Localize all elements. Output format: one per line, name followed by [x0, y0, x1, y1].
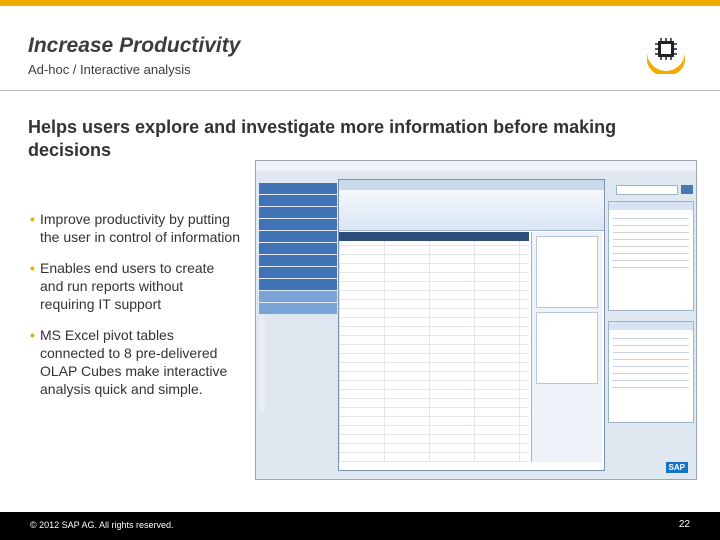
- page-number: 22: [678, 519, 690, 530]
- screenshot-panel-header: [609, 322, 693, 330]
- bullet-item: • Enables end users to create and run re…: [30, 259, 240, 313]
- sap-logo: SAP: [665, 462, 688, 473]
- screenshot-nav-item: [259, 207, 337, 218]
- screenshot-nav-item: [259, 195, 337, 206]
- bullet-item: • Improve productivity by putting the us…: [30, 210, 240, 246]
- slide-title: Increase Productivity: [28, 34, 241, 57]
- screenshot-excel-window: [338, 179, 605, 471]
- screenshot-go-button: [681, 185, 693, 194]
- bullet-text: Enables end users to create and run repo…: [40, 260, 215, 312]
- screenshot-panel-list: [613, 214, 689, 274]
- screenshot-field-list: [531, 232, 602, 462]
- screenshot-pivot-grid: [339, 232, 529, 462]
- header-divider: [0, 90, 720, 91]
- screenshot-nav-item: [259, 291, 337, 302]
- top-accent-bar: [0, 0, 720, 6]
- screenshot-field-box: [536, 236, 598, 308]
- screenshot-panel-list: [613, 334, 689, 394]
- screenshot-nav-item: [259, 243, 337, 254]
- screenshot-nav-item: [259, 279, 337, 290]
- footer-bar: © 2012 SAP AG. All rights reserved. 22: [0, 512, 720, 540]
- screenshot-navigation: [259, 183, 337, 323]
- embedded-screenshot: SAP: [255, 160, 697, 480]
- slide-subtitle: Ad-hoc / Interactive analysis: [28, 62, 191, 77]
- chip-icon: [647, 38, 685, 74]
- screenshot-panel-header: [609, 202, 693, 210]
- bullet-list: • Improve productivity by putting the us…: [30, 210, 240, 411]
- screenshot-search-box: [616, 185, 678, 195]
- screenshot-nav-item: [259, 219, 337, 230]
- copyright-text: © 2012 SAP AG. All rights reserved.: [30, 520, 174, 530]
- screenshot-nav-item: [259, 255, 337, 266]
- bullet-dot: •: [30, 211, 35, 227]
- bullet-dot: •: [30, 327, 35, 343]
- slide-headline: Helps users explore and investigate more…: [28, 117, 617, 160]
- screenshot-pivot-header: [339, 232, 529, 241]
- bullet-item: • MS Excel pivot tables connected to 8 p…: [30, 326, 240, 398]
- screenshot-nav-item: [259, 267, 337, 278]
- screenshot-nav-item: [259, 231, 337, 242]
- bullet-dot: •: [30, 260, 35, 276]
- screenshot-excel-caption: [339, 180, 604, 190]
- screenshot-excel-ribbon: [339, 190, 604, 231]
- screenshot-menubar: [256, 161, 696, 171]
- screenshot-field-box: [536, 312, 598, 384]
- screenshot-nav-item: [259, 303, 337, 314]
- screenshot-right-panel: [608, 201, 694, 311]
- bullet-text: Improve productivity by putting the user…: [40, 211, 240, 245]
- bullet-text: MS Excel pivot tables connected to 8 pre…: [40, 327, 228, 397]
- screenshot-right-panel: [608, 321, 694, 423]
- screenshot-nav-item: [259, 183, 337, 194]
